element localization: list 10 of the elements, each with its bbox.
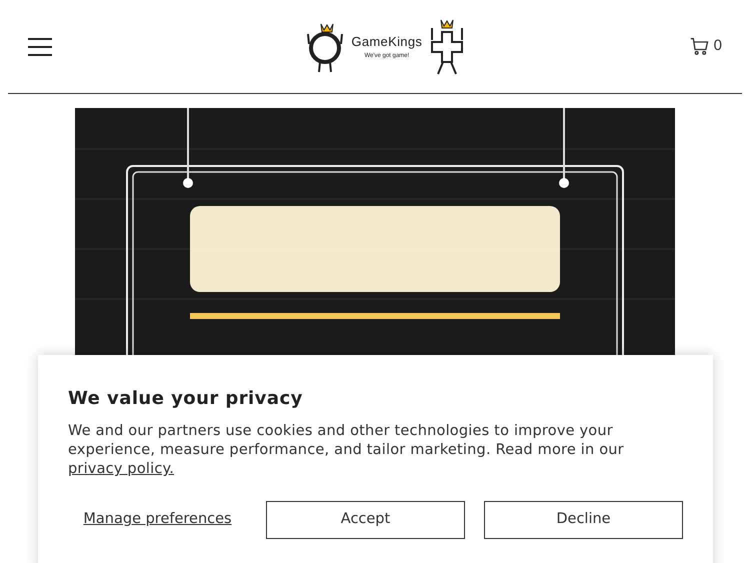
consent-button[interactable]: Accept [266,501,465,539]
privacy-policy-link[interactable]: privacy policy. [68,461,174,477]
cart-icon [690,36,710,56]
privacy-text: We and our partners use cookies and other technologies to improve your experience, measure performance, and tailor marketing. Read more in our privacy policy. [68,422,625,479]
cart-button[interactable]: 0 [690,35,722,58]
menu-button[interactable] [28,36,52,56]
logo-name: GameKings [351,33,422,52]
privacy-title: We value your privacy [68,387,304,411]
manage-preferences-link[interactable]: Manage preferences [68,509,247,531]
consent-button[interactable]: Decline [484,501,683,539]
